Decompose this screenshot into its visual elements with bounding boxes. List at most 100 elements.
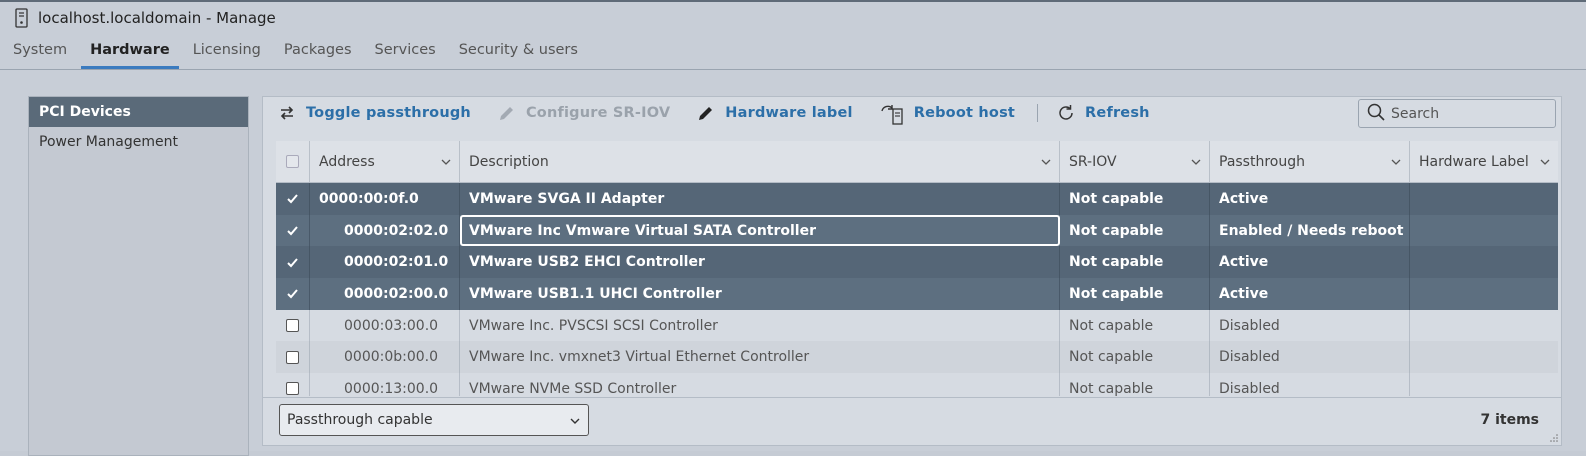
table-body: 0000:00:0f.0 VMware SVGA II Adapter Not ca… bbox=[276, 183, 1558, 396]
cell-sriov: Not capable bbox=[1060, 373, 1210, 396]
checkbox-box bbox=[286, 382, 299, 396]
cell-sriov: Not capable bbox=[1060, 183, 1210, 215]
row-checkbox[interactable] bbox=[276, 373, 310, 396]
cell-description: VMware SVGA II Adapter bbox=[460, 183, 1060, 215]
tab-system[interactable]: System bbox=[4, 34, 76, 69]
hardware-label-button[interactable]: Hardware label bbox=[696, 103, 853, 123]
toggle-passthrough-label: Toggle passthrough bbox=[306, 105, 471, 121]
toggle-passthrough-button[interactable]: Toggle passthrough bbox=[277, 103, 471, 123]
cell-passthrough: Active bbox=[1210, 278, 1410, 310]
cell-hardware-label bbox=[1410, 246, 1558, 278]
chevron-down-icon bbox=[570, 418, 580, 424]
pencil-icon bbox=[497, 103, 517, 123]
cell-address: 0000:13:00.0 bbox=[310, 373, 460, 396]
item-count: 7 items bbox=[1480, 412, 1539, 428]
cell-sriov: Not capable bbox=[1060, 246, 1210, 279]
cell-passthrough: Disabled bbox=[1210, 341, 1410, 374]
checkbox-box bbox=[286, 350, 299, 364]
reboot-host-label: Reboot host bbox=[913, 105, 1016, 121]
chevron-down-icon bbox=[1540, 159, 1550, 165]
row-checkbox[interactable] bbox=[276, 278, 310, 310]
row-checkbox[interactable] bbox=[276, 309, 310, 342]
row-checkbox[interactable] bbox=[276, 183, 310, 215]
tab-services[interactable]: Services bbox=[366, 34, 445, 69]
tab-packages[interactable]: Packages bbox=[275, 34, 361, 69]
cell-address: 0000:02:00.0 bbox=[310, 278, 460, 310]
configure-sriov-button[interactable]: Configure SR-IOV bbox=[497, 103, 670, 123]
column-address[interactable]: Address bbox=[310, 141, 460, 182]
window-title: localhost.localdomain - Manage bbox=[38, 9, 276, 27]
checkmark-icon bbox=[287, 226, 298, 236]
cell-passthrough: Enabled / Needs reboot bbox=[1210, 214, 1410, 247]
row-checkbox[interactable] bbox=[276, 341, 310, 374]
chevron-down-icon bbox=[441, 159, 451, 165]
select-all-checkbox[interactable] bbox=[276, 141, 310, 182]
column-description[interactable]: Description bbox=[460, 141, 1060, 182]
cell-address: 0000:03:00.0 bbox=[310, 309, 460, 342]
cell-sriov: Not capable bbox=[1060, 278, 1210, 310]
cell-hardware-label bbox=[1410, 341, 1558, 373]
table-row[interactable]: 0000:13:00.0 VMware NVMe SSD Controller No… bbox=[276, 373, 1558, 396]
checkmark-icon bbox=[287, 258, 298, 268]
table-row[interactable]: 0000:02:01.0 VMware USB2 EHCI Controller N… bbox=[276, 246, 1558, 279]
manage-window: localhost.localdomain - Manage System Ha… bbox=[0, 0, 1586, 456]
table-row[interactable]: 0000:0b:00.0 VMware Inc. vmxnet3 Virtual … bbox=[276, 341, 1558, 374]
cell-description: VMware NVMe SSD Controller bbox=[460, 373, 1060, 396]
search-input[interactable] bbox=[1391, 105, 1551, 122]
cell-address: 0000:02:02.0 bbox=[310, 214, 460, 247]
tab-bar: System Hardware Licensing Packages Servi… bbox=[0, 34, 1586, 70]
hardware-label-label: Hardware label bbox=[725, 105, 853, 121]
tab-security-users[interactable]: Security & users bbox=[450, 34, 587, 69]
cell-hardware-label bbox=[1410, 183, 1558, 215]
server-icon bbox=[14, 8, 30, 28]
cell-passthrough: Active bbox=[1210, 246, 1410, 279]
sidebar-item-pci-devices[interactable]: PCI Devices bbox=[29, 97, 248, 127]
tab-hardware[interactable]: Hardware bbox=[81, 34, 179, 69]
search-box[interactable] bbox=[1358, 99, 1556, 128]
cell-description: VMware USB1.1 UHCI Controller bbox=[460, 278, 1060, 310]
cell-passthrough: Active bbox=[1210, 183, 1410, 215]
refresh-label: Refresh bbox=[1085, 105, 1150, 121]
cell-hardware-label bbox=[1410, 310, 1558, 342]
refresh-button[interactable]: Refresh bbox=[1056, 103, 1150, 123]
cell-hardware-label bbox=[1410, 373, 1558, 396]
table-header: Address Description SR-IOV Passthrough H… bbox=[276, 141, 1558, 183]
table-row[interactable]: 0000:02:02.0 VMware Inc Vmware Virtual SA… bbox=[276, 214, 1558, 247]
cell-address: 0000:0b:00.0 bbox=[310, 341, 460, 374]
pen-icon bbox=[696, 103, 716, 123]
reboot-server-icon bbox=[879, 103, 905, 125]
table-row[interactable]: 0000:02:00.0 VMware USB1.1 UHCI Controlle… bbox=[276, 278, 1558, 310]
chevron-down-icon bbox=[1041, 159, 1051, 165]
reboot-host-button[interactable]: Reboot host bbox=[879, 103, 1016, 125]
checkmark-icon bbox=[287, 194, 298, 204]
title-bar: localhost.localdomain - Manage bbox=[0, 2, 1586, 34]
cell-hardware-label bbox=[1410, 215, 1558, 247]
filter-select-value: Passthrough capable bbox=[287, 412, 433, 428]
resize-grip-icon[interactable] bbox=[1550, 434, 1558, 442]
table-row[interactable]: 0000:00:0f.0 VMware SVGA II Adapter Not ca… bbox=[276, 183, 1558, 215]
table-row[interactable]: 0000:03:00.0 VMware Inc. PVSCSI SCSI Cont… bbox=[276, 309, 1558, 342]
tab-licensing[interactable]: Licensing bbox=[184, 34, 270, 69]
checkmark-icon bbox=[287, 289, 298, 299]
cell-passthrough: Disabled bbox=[1210, 373, 1410, 396]
cell-description: VMware USB2 EHCI Controller bbox=[460, 246, 1060, 279]
column-hardware-label[interactable]: Hardware Label bbox=[1410, 141, 1558, 182]
cell-address: 0000:02:01.0 bbox=[310, 246, 460, 279]
cell-description: VMware Inc. PVSCSI SCSI Controller bbox=[460, 309, 1060, 342]
toolbar-separator bbox=[1037, 104, 1039, 122]
filter-select[interactable]: Passthrough capable bbox=[279, 404, 589, 436]
pci-devices-panel: Toggle passthrough Configure SR-IOV Hard… bbox=[262, 96, 1562, 446]
column-passthrough[interactable]: Passthrough bbox=[1210, 141, 1410, 182]
checkbox-box bbox=[286, 319, 299, 333]
toggle-arrows-icon bbox=[277, 103, 297, 123]
chevron-down-icon bbox=[1391, 159, 1401, 165]
row-checkbox[interactable] bbox=[276, 246, 310, 279]
cell-sriov: Not capable bbox=[1060, 214, 1210, 247]
row-checkbox[interactable] bbox=[276, 214, 310, 247]
sidebar-item-power-management[interactable]: Power Management bbox=[29, 127, 248, 157]
cell-address: 0000:00:0f.0 bbox=[310, 183, 460, 215]
cell-description: VMware Inc. vmxnet3 Virtual Ethernet Con… bbox=[460, 341, 1060, 374]
cell-passthrough: Disabled bbox=[1210, 309, 1410, 342]
column-sriov[interactable]: SR-IOV bbox=[1060, 141, 1210, 182]
sidebar: PCI Devices Power Management bbox=[28, 96, 249, 456]
